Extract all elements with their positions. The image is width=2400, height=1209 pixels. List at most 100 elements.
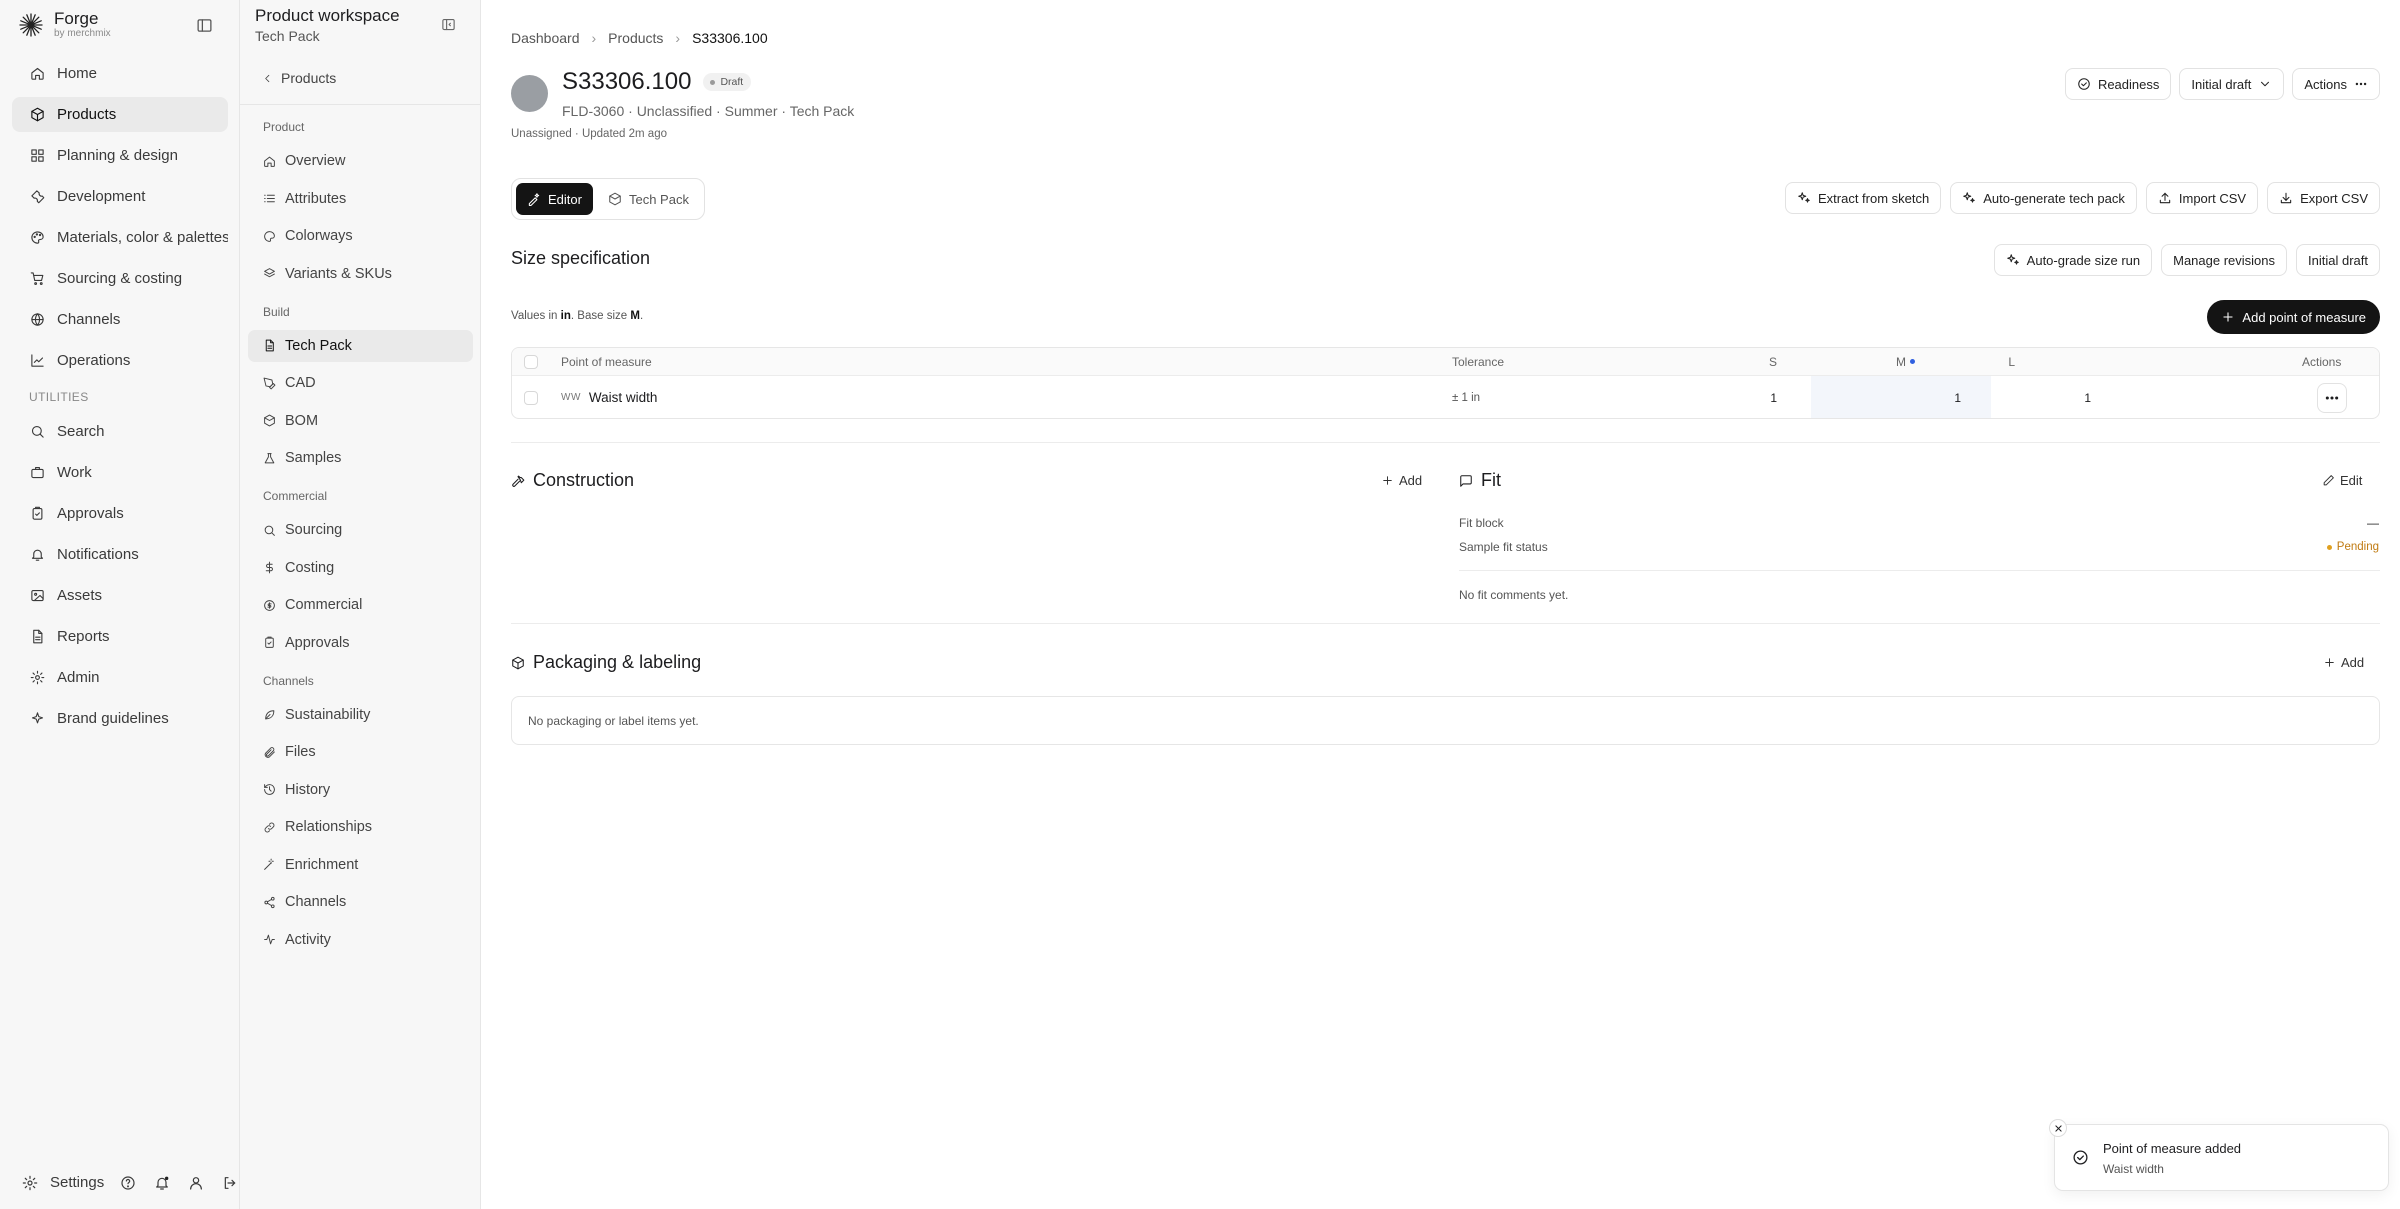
actions-menu-button[interactable]: Actions	[2292, 68, 2380, 100]
nav-item-sourcing-costing[interactable]: Sourcing & costing	[12, 261, 228, 296]
subnav-item-label: Relationships	[285, 819, 373, 835]
activity-icon	[264, 934, 275, 945]
nav-item-assets[interactable]: Assets	[12, 578, 228, 613]
pending-status-badge: Pending	[2326, 540, 2379, 554]
col-size-l[interactable]: L	[1931, 348, 2071, 375]
col-pom[interactable]: Point of measure	[561, 348, 652, 375]
upload-icon	[2159, 192, 2171, 204]
col-size-m[interactable]: M	[1811, 348, 1931, 375]
export-label: Export CSV	[2300, 190, 2368, 206]
pencil-icon	[2323, 475, 2334, 486]
nav-item-admin[interactable]: Admin	[12, 660, 228, 695]
subnav-item-samples[interactable]: Samples	[248, 442, 473, 474]
nav-item-approvals[interactable]: Approvals	[12, 496, 228, 531]
subnav-item-relationships[interactable]: Relationships	[248, 811, 473, 843]
size-s-cell[interactable]: 1	[1697, 376, 1777, 418]
subnav-item-sustainability[interactable]: Sustainability	[248, 699, 473, 731]
subnav-item-tech-pack[interactable]: Tech Pack	[248, 329, 473, 362]
table-row[interactable]: WW Waist width ± 1 in 1 1 1	[512, 376, 2379, 418]
nav-item-channels[interactable]: Channels	[12, 302, 228, 337]
nav-item-home[interactable]: Home	[12, 56, 228, 91]
collapse-sidebar-button[interactable]	[196, 17, 213, 34]
breadcrumb-dashboard[interactable]: Dashboard	[511, 30, 580, 46]
auto-grade-button[interactable]: Auto-grade size run	[1993, 244, 2153, 276]
add-packaging-button[interactable]: Add	[2323, 655, 2364, 670]
subnav-item-attributes[interactable]: Attributes	[248, 183, 473, 215]
nav-item-work[interactable]: Work	[12, 455, 228, 490]
home-icon	[31, 67, 44, 80]
nav-item-materials[interactable]: Materials, color & palettes	[12, 220, 228, 255]
user-icon[interactable]	[188, 1175, 204, 1191]
plus-icon	[1383, 476, 1392, 485]
tolerance-cell[interactable]: ± 1 in	[1452, 376, 1480, 418]
subnav-item-enrichment[interactable]: Enrichment	[248, 849, 473, 881]
workspace-panel-button[interactable]	[441, 17, 456, 32]
export-csv-button[interactable]: Export CSV	[2267, 182, 2380, 214]
subnav-item-overview[interactable]: Overview	[248, 145, 473, 177]
subnav-item-files[interactable]: Files	[248, 736, 473, 768]
mode-switcher: Editor Tech Pack	[511, 178, 705, 220]
fit-block-value: —	[2367, 516, 2379, 530]
nav-item-label: Approvals	[57, 505, 124, 522]
fit-status-label: Sample fit status	[1459, 540, 1548, 554]
col-tolerance[interactable]: Tolerance	[1452, 348, 1504, 375]
row-menu-button[interactable]	[2317, 382, 2347, 413]
nav-item-search[interactable]: Search	[12, 414, 228, 449]
toast-title: Point of measure added	[2103, 1141, 2242, 1156]
nav-item-operations[interactable]: Operations	[12, 343, 228, 378]
settings-link[interactable]: Settings	[50, 1174, 104, 1191]
help-circle-icon[interactable]	[120, 1175, 136, 1191]
row-actions-cell	[2317, 376, 2347, 418]
subnav-item-history[interactable]: History	[248, 774, 473, 806]
search-icon	[31, 425, 44, 438]
subnav-item-variants[interactable]: Variants & SKUs	[248, 258, 473, 290]
extract-from-sketch-button[interactable]: Extract from sketch	[1784, 182, 1942, 214]
subnav-item-approvals[interactable]: Approvals	[248, 627, 473, 659]
pom-cell[interactable]: WW Waist width	[561, 376, 657, 418]
workspace-subtitle: Tech Pack	[255, 28, 320, 44]
readiness-button[interactable]: Readiness	[2064, 68, 2172, 100]
subnav-item-colorways[interactable]: Colorways	[248, 220, 473, 252]
close-icon	[2054, 1124, 2062, 1132]
auto-generate-tech-pack-button[interactable]: Auto-generate tech pack	[1950, 182, 2137, 214]
tab-tech-pack[interactable]: Tech Pack	[597, 183, 700, 215]
import-csv-button[interactable]: Import CSV	[2145, 182, 2259, 214]
add-construction-button[interactable]: Add	[1381, 473, 1422, 488]
nav-item-notifications[interactable]: Notifications	[12, 537, 228, 572]
list-icon	[264, 194, 275, 203]
product-avatar[interactable]	[511, 75, 548, 112]
package-icon	[609, 192, 621, 206]
nav-item-brand-guidelines[interactable]: Brand guidelines	[12, 701, 228, 736]
nav-item-reports[interactable]: Reports	[12, 619, 228, 654]
row-checkbox[interactable]	[524, 390, 538, 405]
edit-fit-button[interactable]: Edit	[2322, 473, 2362, 488]
manage-revisions-button[interactable]: Manage revisions	[2161, 244, 2288, 276]
back-to-products-link[interactable]: Products	[262, 70, 336, 86]
add-pom-label: Add point of measure	[2242, 309, 2366, 325]
subnav-item-channels[interactable]: Channels	[248, 886, 473, 918]
nav-item-development[interactable]: Development	[12, 179, 228, 214]
nav-item-products[interactable]: Products	[12, 97, 228, 132]
add-point-of-measure-button[interactable]: Add point of measure	[2207, 300, 2380, 334]
logout-icon[interactable]	[222, 1175, 238, 1191]
subnav-item-activity[interactable]: Activity	[248, 924, 473, 956]
col-size-s[interactable]: S	[1697, 348, 1777, 375]
size-m-cell[interactable]: 1	[1811, 376, 1991, 418]
subnav-item-sourcing[interactable]: Sourcing	[248, 514, 473, 546]
select-all-checkbox[interactable]	[524, 354, 538, 369]
tab-editor[interactable]: Editor	[516, 183, 593, 215]
nav-item-planning-design[interactable]: Planning & design	[12, 138, 228, 173]
version-dropdown[interactable]: Initial draft	[2179, 68, 2285, 100]
revision-version-button[interactable]: Initial draft	[2296, 244, 2380, 276]
subnav-item-cad[interactable]: CAD	[248, 367, 473, 399]
base-size-value: M	[630, 310, 640, 322]
subnav-item-bom[interactable]: BOM	[248, 405, 473, 437]
subnav-item-costing[interactable]: Costing	[248, 552, 473, 584]
subnav-item-commercial[interactable]: Commercial	[248, 589, 473, 621]
toast-close-button[interactable]	[2049, 1119, 2067, 1137]
breadcrumb-products[interactable]: Products	[608, 30, 663, 46]
subnav-item-label: Sustainability	[285, 706, 371, 723]
brand[interactable]: Forge by merchmix	[18, 10, 111, 40]
size-l-cell[interactable]: 1	[1991, 376, 2091, 418]
notification-bell-icon[interactable]	[154, 1175, 170, 1191]
